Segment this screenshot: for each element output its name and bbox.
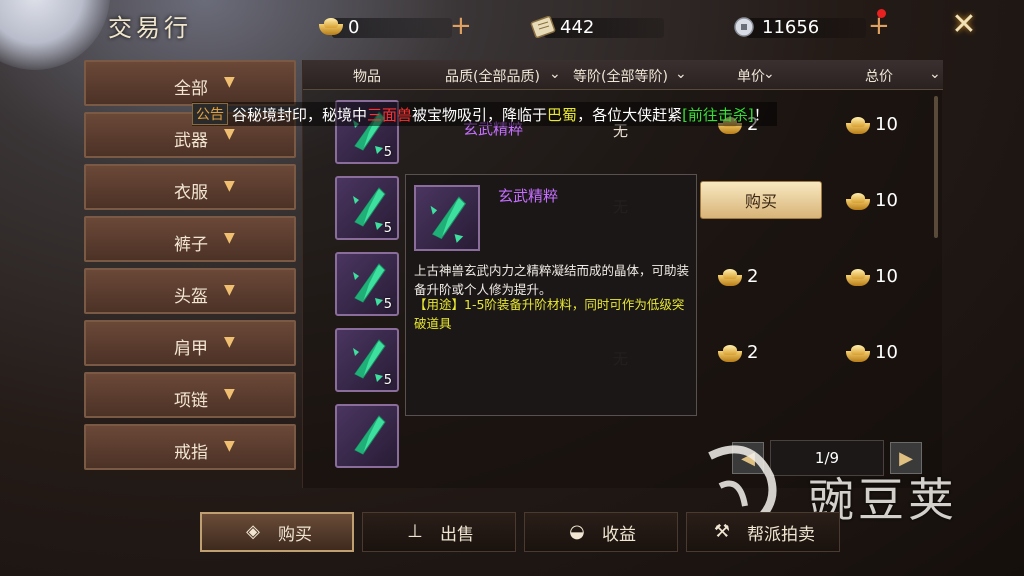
sidebar-item-ring[interactable]: 戒指 ▼	[84, 424, 296, 470]
sidebar-item-necklace[interactable]: 项链 ▼	[84, 372, 296, 418]
coin-icon	[732, 16, 758, 38]
chevron-down-icon: ⌄	[929, 66, 941, 82]
gold-ingot-icon	[845, 343, 871, 363]
chevron-down-icon: ⌄	[675, 66, 687, 82]
announcement-tag: 公告	[192, 103, 228, 125]
header-total-price[interactable]: 总价	[865, 66, 893, 86]
total-price: 10	[845, 190, 898, 211]
item-tooltip: 玄武精粹 上古神兽玄武内力之精粹凝结而成的晶体，可助装备升阶或个人修为提升。 【…	[405, 174, 697, 416]
gold-ingot-icon	[717, 267, 743, 287]
crystal-icon	[354, 415, 386, 455]
tab-earnings[interactable]: ◒ 收益	[524, 512, 678, 552]
notification-dot	[877, 9, 886, 18]
tab-sell[interactable]: ⊥ 出售	[362, 512, 516, 552]
buy-button[interactable]: 购买	[700, 181, 822, 219]
sidebar-item-helmet[interactable]: 头盔 ▼	[84, 268, 296, 314]
bottom-tabs: ◈ 购买 ⊥ 出售 ◒ 收益 ⚒ 帮派拍卖	[198, 512, 858, 554]
table-header: 物品 品质(全部品质) ⌄ 等阶(全部等阶) ⌄ 单价 ⌄ 总价 ⌄	[303, 60, 943, 90]
gold-ingot-icon	[845, 191, 871, 211]
sell-icon: ⊥	[407, 521, 423, 542]
auction-icon: ⚒	[713, 521, 731, 542]
chevron-down-icon: ▼	[224, 74, 235, 90]
tooltip-description: 上古神兽玄武内力之精粹凝结而成的晶体，可助装备升阶或个人修为提升。	[414, 263, 690, 297]
header-quality-filter[interactable]: 品质(全部品质)	[445, 66, 540, 86]
page-title: 交易行	[108, 14, 192, 42]
header-unit-price[interactable]: 单价	[737, 66, 765, 86]
close-icon[interactable]: ✕	[948, 10, 980, 42]
chevron-down-icon: ▼	[224, 282, 235, 298]
sidebar-item-all[interactable]: 全部 ▼	[84, 60, 296, 106]
item-slot[interactable]	[335, 404, 399, 468]
tooltip-item-name: 玄武精粹	[498, 187, 559, 205]
chevron-down-icon: ▼	[224, 126, 235, 142]
tag-icon: ◈	[246, 521, 260, 542]
bowl-icon: ◒	[569, 521, 585, 542]
header-grade-filter[interactable]: 等阶(全部等阶)	[573, 66, 668, 86]
add-gold-button[interactable]: +	[450, 13, 472, 39]
unit-price: 2	[717, 342, 758, 363]
list-scrollbar[interactable]	[934, 96, 938, 238]
chevron-down-icon: ▼	[224, 438, 235, 454]
crystal-icon	[430, 196, 467, 243]
tooltip-usage: 【用途】1-5阶装备升阶材料，同时可作为低级突破道具	[414, 297, 685, 331]
gold-ingot-icon	[717, 343, 743, 363]
chevron-down-icon: ▼	[224, 230, 235, 246]
sidebar-item-pants[interactable]: 裤子 ▼	[84, 216, 296, 262]
total-price: 10	[845, 266, 898, 287]
header-item: 物品	[353, 69, 381, 85]
currency-gold-value: 0	[348, 16, 360, 38]
gold-ingot-icon	[845, 115, 871, 135]
tab-buy[interactable]: ◈ 购买	[200, 512, 354, 552]
currency-scroll: 442	[530, 12, 664, 42]
sidebar-item-clothes[interactable]: 衣服 ▼	[84, 164, 296, 210]
top-bar: 交易行 0 + 442 11656 + ✕	[0, 0, 1024, 52]
unit-price: 2	[717, 266, 758, 287]
gold-ingot-icon	[845, 267, 871, 287]
currency-coin: 11656	[732, 12, 866, 42]
sidebar-item-shoulder[interactable]: 肩甲 ▼	[84, 320, 296, 366]
chevron-down-icon: ▼	[224, 386, 235, 402]
goto-kill-link[interactable]: [前往击杀]	[682, 104, 754, 125]
announcement-banner: 公告 谷秘境封印，秘境中 三面兽 被宝物吸引，降临于 巴蜀 ，各位大侠赶紧 [前往击杀]！	[192, 102, 777, 126]
tab-guild-auction[interactable]: ⚒ 帮派拍卖	[686, 512, 840, 552]
chevron-down-icon: ⌄	[763, 66, 775, 82]
total-price: 10	[845, 342, 898, 363]
item-slot[interactable]: 5	[335, 328, 399, 392]
currency-gold: 0	[318, 12, 452, 42]
gold-ingot-icon	[318, 16, 344, 38]
total-price: 10	[845, 114, 898, 135]
currency-coin-value: 11656	[762, 16, 820, 38]
scroll-icon	[530, 15, 556, 39]
item-slot[interactable]: 5	[335, 176, 399, 240]
currency-scroll-value: 442	[560, 16, 595, 38]
tooltip-item-slot	[414, 185, 480, 251]
chevron-down-icon: ⌄	[549, 66, 561, 82]
item-slot[interactable]: 5	[335, 252, 399, 316]
chevron-down-icon: ▼	[224, 178, 235, 194]
chevron-down-icon: ▼	[224, 334, 235, 350]
